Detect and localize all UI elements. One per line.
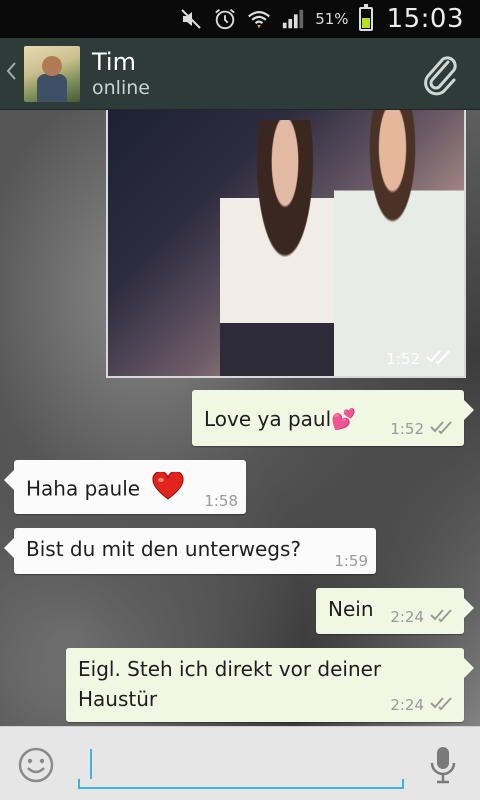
message-text-line-2: Haustür xyxy=(78,687,158,711)
paperclip-icon[interactable] xyxy=(418,52,462,96)
message-body: Haha paule xyxy=(26,476,141,501)
double-check-icon xyxy=(430,420,454,438)
wifi-icon xyxy=(247,7,271,31)
chat-header: Tim online xyxy=(0,38,480,110)
message-meta: 2:24 xyxy=(390,696,454,714)
contact-name: Tim xyxy=(92,47,136,76)
message-body: Love ya paul xyxy=(204,407,332,431)
microphone-icon[interactable] xyxy=(428,745,458,785)
message-meta: 1:52 xyxy=(390,420,454,438)
back-chevron-icon[interactable] xyxy=(4,59,24,89)
battery-fill xyxy=(361,17,370,28)
mute-icon xyxy=(179,7,203,31)
text-caret xyxy=(90,749,92,779)
message-input-bar xyxy=(0,726,480,800)
message-input[interactable] xyxy=(78,743,404,789)
message-time: 1:52 xyxy=(386,350,420,368)
message-time: 2:24 xyxy=(390,608,424,626)
incoming-message[interactable]: Bist du mit den unterwegs? 1:59 xyxy=(4,528,376,574)
message-text: Love ya paul💕 xyxy=(204,404,356,434)
incoming-message[interactable]: Haha paule 1:58 xyxy=(4,460,246,514)
signal-icon xyxy=(281,7,305,31)
contact-status: online xyxy=(92,76,150,99)
contact-info[interactable]: Tim online xyxy=(92,48,150,100)
message-time: 2:24 xyxy=(390,696,424,714)
double-check-icon xyxy=(426,350,452,368)
contact-avatar[interactable] xyxy=(24,45,80,102)
image-message-meta: 1:52 xyxy=(386,350,452,368)
heart-emoji xyxy=(152,470,184,508)
double-check-icon xyxy=(430,696,454,714)
photo-person-right xyxy=(334,110,464,376)
outgoing-message[interactable]: Love ya paul💕 1:52 xyxy=(192,390,474,446)
status-bar: 51% 15:03 xyxy=(0,0,480,38)
message-text-line-1: Eigl. Steh ich direkt vor deiner xyxy=(78,657,382,681)
battery-icon xyxy=(358,4,373,31)
message-text: Bist du mit den unterwegs? xyxy=(26,537,302,561)
message-time: 1:52 xyxy=(390,420,424,438)
status-clock: 15:03 xyxy=(386,4,464,34)
chat-area[interactable]: 1:52 Love ya paul💕 1:52 Haha paule 1:58 xyxy=(0,110,480,726)
outgoing-message[interactable]: Nein 2:24 xyxy=(316,588,474,634)
message-text: Nein xyxy=(328,597,374,621)
alarm-icon xyxy=(213,7,237,31)
battery-percent: 51% xyxy=(315,10,349,28)
outgoing-message[interactable]: Eigl. Steh ich direkt vor deiner Haustür… xyxy=(66,648,474,722)
smiley-icon[interactable] xyxy=(18,747,54,783)
image-message[interactable]: 1:52 xyxy=(106,110,466,378)
double-check-icon xyxy=(430,608,454,626)
photo-person-left xyxy=(220,120,350,376)
message-text: Haha paule xyxy=(26,470,184,508)
two-hearts-emoji: 💕 xyxy=(331,407,357,431)
message-meta: 2:24 xyxy=(390,608,454,626)
message-time: 1:59 xyxy=(334,552,368,570)
message-time: 1:58 xyxy=(204,492,238,510)
